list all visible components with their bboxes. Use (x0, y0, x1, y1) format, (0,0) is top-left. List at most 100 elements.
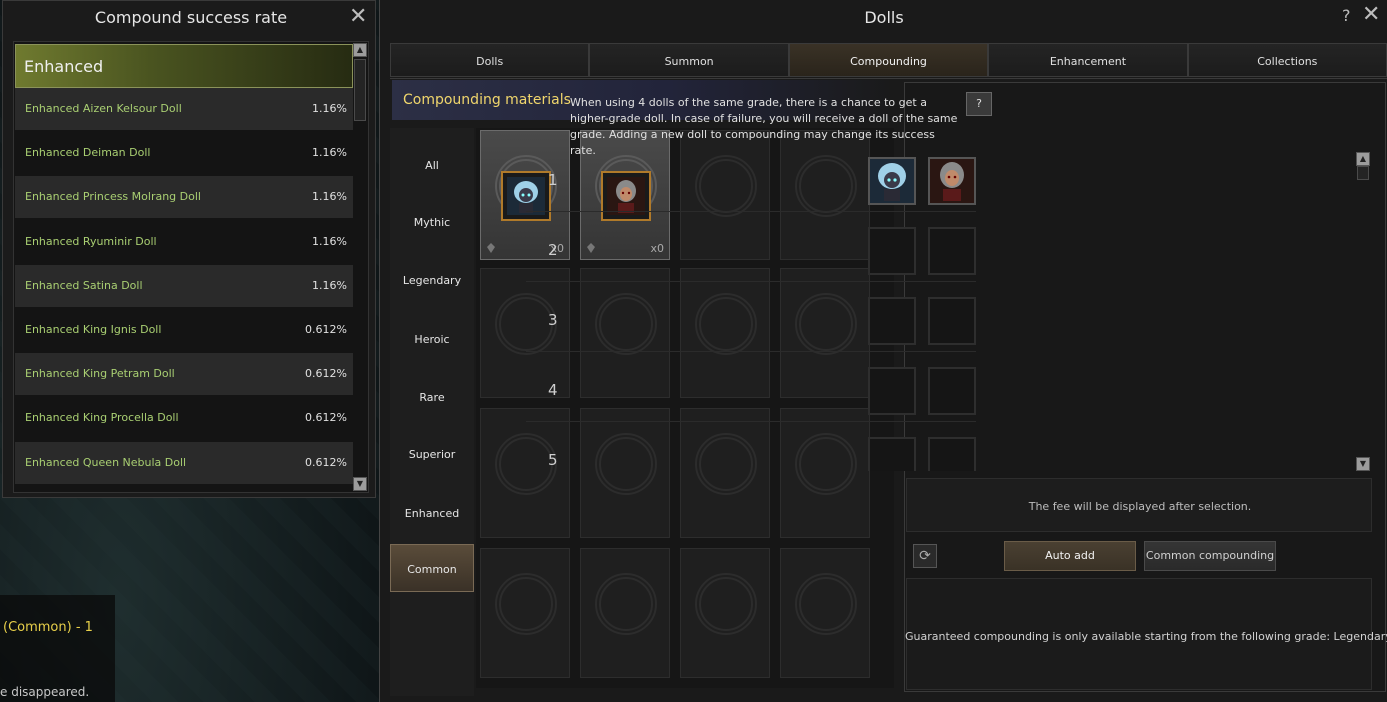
tab-compounding[interactable]: Compounding (788, 43, 989, 77)
scroll-up-button[interactable]: ▲ (1356, 152, 1370, 166)
blue-haired-doll-icon (870, 159, 914, 203)
row-number: 4 (548, 381, 558, 399)
materials-header-label: Compounding materials (403, 92, 571, 108)
doll-name: Enhanced Princess Molrang Doll (25, 190, 201, 204)
compound-slot[interactable] (868, 437, 916, 471)
doll-name: Enhanced Aizen Kelsour Doll (25, 102, 182, 115)
row-number: 1 (548, 171, 558, 189)
compounding-row: 4 (526, 355, 976, 422)
refresh-icon[interactable]: ⟳ (913, 544, 937, 568)
compound-slot[interactable] (928, 367, 976, 415)
doll-name: Enhanced Satina Doll (25, 278, 143, 292)
filter-mythic[interactable]: Mythic (390, 198, 474, 246)
filter-label: All (425, 159, 439, 172)
chat-log: (Common) - 1 e disappeared. (0, 595, 115, 702)
filter-heroic[interactable]: Heroic (390, 315, 474, 363)
compounding-rows: 1 2 3 4 5 (526, 145, 976, 471)
tab-bar: Dolls Summon Compounding Enhancement Col… (390, 43, 1387, 79)
filter-rare[interactable]: Rare (390, 373, 474, 421)
rate-row: Enhanced Ryuminir Doll 1.16% (15, 221, 353, 263)
success-rate-value: 1.16% (312, 234, 347, 248)
filter-label: Common (407, 563, 457, 576)
rate-row: Enhanced Deiman Doll 1.16% (15, 132, 353, 174)
close-icon[interactable]: ✕ (1362, 4, 1380, 26)
compound-slot[interactable] (868, 297, 916, 345)
tab-dolls[interactable]: Dolls (390, 43, 590, 77)
scroll-down-button[interactable]: ▼ (1356, 457, 1370, 471)
tab-enhancement[interactable]: Enhancement (988, 43, 1188, 77)
empty-material-slot (780, 548, 870, 678)
common-compounding-button[interactable]: Common compounding (1144, 541, 1276, 571)
filter-label: Heroic (414, 333, 450, 346)
close-icon[interactable]: ✕ (349, 6, 367, 28)
scroll-up-button[interactable]: ▲ (353, 43, 367, 57)
filter-enhanced[interactable]: Enhanced (390, 489, 474, 537)
book-help-icon[interactable]: ? (966, 92, 992, 116)
success-rate-value: 0.612% (305, 323, 347, 336)
rate-row: Enhanced King Ignis Doll 0.612% (15, 309, 353, 351)
grade-header-label: Enhanced (24, 57, 104, 76)
filter-common[interactable]: Common (390, 544, 474, 592)
success-rate-value: 1.16% (312, 190, 347, 204)
rate-row: Enhanced Aizen Kelsour Doll 1.16% (15, 88, 353, 130)
compound-success-rate-panel: Compound success rate ✕ Enhanced Enhance… (2, 0, 376, 498)
emblem-icon (495, 573, 557, 635)
panel-title: Compound success rate (94, 8, 288, 27)
compound-slot[interactable] (868, 157, 916, 205)
emblem-icon (595, 573, 657, 635)
grade-header: Enhanced (15, 44, 353, 88)
gem-icon (487, 243, 495, 253)
compounding-row: 1 (526, 145, 976, 212)
compound-slot[interactable] (928, 437, 976, 471)
compound-slot[interactable] (928, 157, 976, 205)
auto-add-button[interactable]: Auto add (1004, 541, 1136, 571)
empty-material-slot (580, 548, 670, 678)
row-number: 5 (548, 451, 558, 469)
emblem-icon (695, 573, 757, 635)
guaranteed-compounding-box: Guaranteed compounding is only available… (905, 578, 1387, 690)
help-icon[interactable]: ? (1342, 6, 1351, 25)
scrollbar-thumb[interactable] (1357, 166, 1369, 180)
filter-legendary[interactable]: Legendary (390, 256, 474, 304)
tab-summon[interactable]: Summon (589, 43, 789, 77)
fee-text: The fee will be displayed after selectio… (1028, 500, 1252, 513)
emblem-icon (795, 573, 857, 635)
scroll-down-button[interactable]: ▼ (353, 477, 367, 491)
chat-message: e disappeared. (0, 685, 90, 699)
window-title: Dolls (864, 8, 904, 27)
compound-slot[interactable] (928, 297, 976, 345)
row-number: 3 (548, 311, 558, 329)
success-rate-list: Enhanced Enhanced Aizen Kelsour Doll 1.16… (13, 41, 369, 493)
doll-name: Enhanced Deiman Doll (25, 146, 151, 160)
success-rate-value: 0.612% (305, 411, 347, 425)
doll-name: Enhanced King Petram Doll (25, 367, 175, 381)
compound-slot[interactable] (868, 367, 916, 415)
filter-label: Superior (408, 448, 456, 461)
doll-name: Enhanced Queen Nebula Doll (25, 455, 187, 469)
filter-label: Legendary (402, 274, 462, 287)
scrollbar-thumb[interactable] (354, 59, 366, 121)
filter-label: Enhanced (404, 507, 460, 520)
compounding-row: 3 (526, 285, 976, 352)
compound-slot[interactable] (868, 227, 916, 275)
filter-label: Mythic (413, 216, 451, 229)
dark-elf-doll-icon (930, 159, 974, 203)
fee-display: The fee will be displayed after selectio… (906, 478, 1372, 532)
compounding-row: 2 (526, 215, 976, 282)
success-rate-value: 0.612% (305, 367, 347, 381)
chat-message: (Common) - 1 (3, 620, 93, 635)
doll-name: Enhanced King Ignis Doll (25, 323, 162, 336)
compound-slot[interactable] (928, 227, 976, 275)
rate-row: Enhanced Queen Nebula Doll 0.612% (15, 441, 353, 484)
filter-superior[interactable]: Superior (390, 430, 474, 478)
success-rate-value: 1.16% (312, 102, 347, 115)
row-number: 2 (548, 241, 558, 259)
rate-row: Enhanced Satina Doll 1.16% (15, 264, 353, 307)
filter-all[interactable]: All (390, 141, 474, 189)
doll-name: Enhanced Ryuminir Doll (25, 234, 157, 248)
grade-filter-list: All Mythic Legendary Heroic Rare Superio… (390, 128, 474, 696)
guaranteed-text: Guaranteed compounding is only available… (905, 630, 1387, 643)
filter-label: Rare (419, 391, 445, 404)
success-rate-value: 1.16% (312, 146, 347, 160)
tab-collections[interactable]: Collections (1187, 43, 1387, 77)
